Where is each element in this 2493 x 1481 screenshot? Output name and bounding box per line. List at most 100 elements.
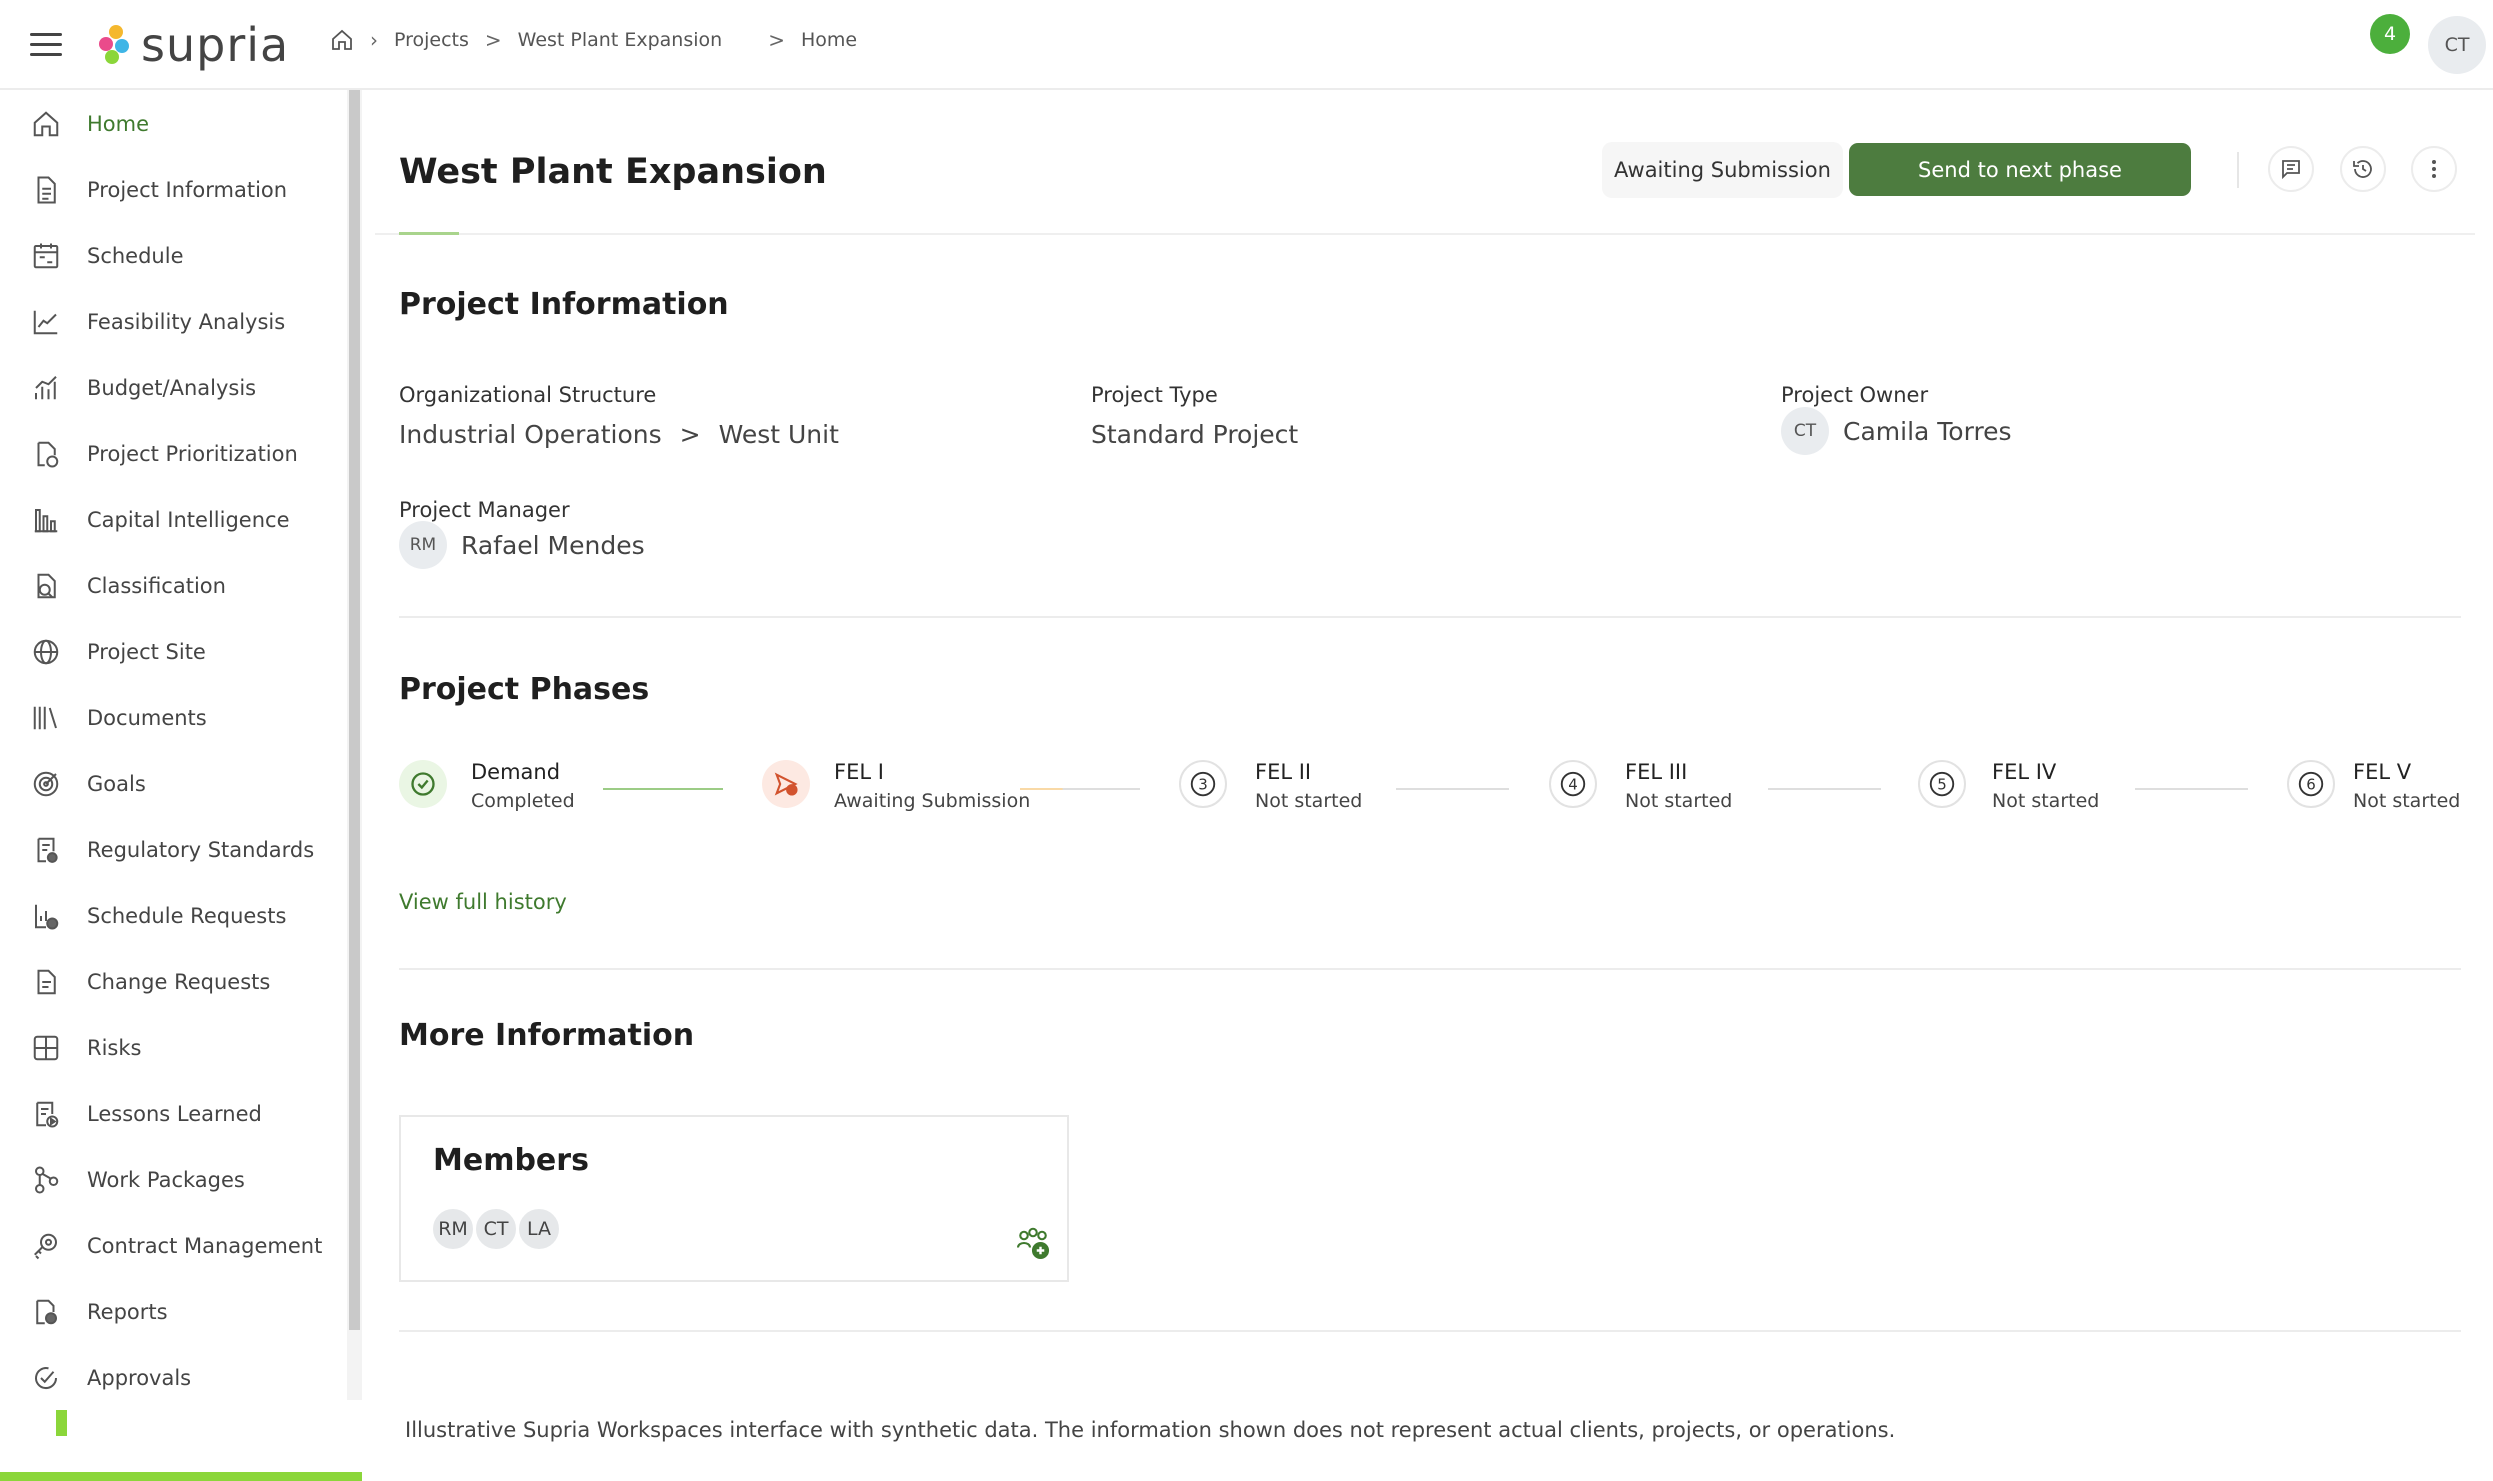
phase-status: Awaiting Submission [834,790,1031,812]
sidebar-item-contract-management[interactable]: Contract Management [0,1216,345,1276]
more-options-icon[interactable] [2411,146,2457,192]
breadcrumb: › Projects > West Plant Expansion > Home [330,28,857,52]
sidebar-item-goals[interactable]: Goals [0,754,345,814]
avatar[interactable]: LA [517,1207,561,1251]
change-request-icon [30,966,62,998]
sidebar-item-label: Home [87,112,150,136]
top-bar: supria › Projects > West Plant Expansion… [0,0,2493,90]
project-type-label: Project Type [1091,383,1218,407]
avatar: RM [399,521,447,569]
section-divider [399,616,2461,618]
sidebar-item-classification[interactable]: Classification [0,556,345,616]
phase-status: Not started [1992,790,2100,812]
phase-step[interactable]: FEL I Awaiting Submission [762,760,1030,812]
step-6-icon: 6 [2287,760,2335,808]
svg-text:4: 4 [1568,776,1578,794]
phase-name: FEL II [1255,760,1312,784]
avatar[interactable]: CT [474,1207,518,1251]
sidebar-item-label: Capital Intelligence [87,508,290,532]
phase-step[interactable]: 5 FEL IV Not started [1918,760,2099,812]
sidebar-item-reports[interactable]: Reports [0,1282,345,1342]
menu-icon[interactable] [30,33,62,57]
breadcrumb-separator: > [768,28,785,52]
sidebar-item-regulatory-standards[interactable]: Regulatory Standards [0,820,345,880]
sidebar-item-feasibility-analysis[interactable]: Feasibility Analysis [0,292,345,352]
sidebar-item-project-prioritization[interactable]: Project Prioritization [0,424,345,484]
sidebar-item-schedule-requests[interactable]: Schedule Requests [0,886,345,946]
phase-status: Not started [2353,790,2461,812]
project-manager-label: Project Manager [399,498,570,522]
org-structure-label: Organizational Structure [399,383,657,407]
avatar[interactable]: RM [431,1207,475,1251]
sidebar-item-project-information[interactable]: Project Information [0,160,345,220]
phase-connector [1396,788,1509,790]
step-5-icon: 5 [1918,760,1966,808]
calendar-icon [30,240,62,272]
line-chart-icon [30,306,62,338]
phase-status: Not started [1625,790,1733,812]
send-clock-icon [762,760,810,808]
sidebar-item-approvals[interactable]: Approvals [0,1348,345,1408]
sidebar-item-label: Contract Management [87,1234,323,1258]
work-package-icon [30,1164,62,1196]
sidebar-item-label: Classification [87,574,226,598]
bar-chart-icon [30,372,62,404]
breadcrumb-projects[interactable]: Projects [394,29,469,51]
phase-step[interactable]: 4 FEL III Not started [1549,760,1732,812]
logo-mark-icon [97,23,135,67]
sidebar-item-change-requests[interactable]: Change Requests [0,952,345,1012]
step-4-icon: 4 [1549,760,1597,808]
sidebar-item-home[interactable]: Home [0,94,345,154]
phase-status: Not started [1255,790,1363,812]
section-divider [399,968,2461,970]
sidebar-item-label: Feasibility Analysis [87,310,286,334]
globe-icon [30,636,62,668]
sidebar-item-risks[interactable]: Risks [0,1018,345,1078]
view-full-history-link[interactable]: View full history [399,890,567,914]
library-icon [30,702,62,734]
project-type-value: Standard Project [1091,420,1299,449]
add-members-icon[interactable] [1015,1225,1051,1261]
phase-step[interactable]: Demand Completed [399,760,575,812]
sidebar-item-budget-analysis[interactable]: Budget/Analysis [0,358,345,418]
sidebar-item-label: Risks [87,1036,142,1060]
breadcrumb-project[interactable]: West Plant Expansion [518,29,723,51]
breadcrumb-chevron-icon: › [370,28,378,52]
comments-icon[interactable] [2268,146,2314,192]
sidebar-item-lessons-learned[interactable]: Lessons Learned [0,1084,345,1144]
sidebar-item-label: Schedule Requests [87,904,287,928]
document-icon [30,174,62,206]
columns-icon [30,504,62,536]
sidebar-scrollbar-thumb[interactable] [349,90,360,1330]
user-avatar[interactable]: CT [2428,16,2486,74]
sidebar-item-label: Change Requests [87,970,271,994]
sidebar-item-documents[interactable]: Documents [0,688,345,748]
sidebar-item-label: Project Information [87,178,288,202]
lessons-icon [30,1098,62,1130]
phase-step[interactable]: 3 FEL II Not started [1179,760,1362,812]
header-divider [2237,152,2239,188]
sidebar-item-work-packages[interactable]: Work Packages [0,1150,345,1210]
more-information-title: More Information [399,1018,695,1053]
history-icon[interactable] [2340,146,2386,192]
sidebar-item-label: Schedule [87,244,184,268]
phase-name: FEL IV [1992,760,2057,784]
phase-connector [2135,788,2248,790]
send-to-next-phase-button[interactable]: Send to next phase [1849,143,2191,196]
app-logo[interactable]: supria [97,18,289,72]
phase-step[interactable]: 6 FEL V Not started [2287,760,2460,812]
check-circle-icon [399,760,447,808]
sidebar-item-label: Reports [87,1300,168,1324]
phase-name: FEL I [834,760,884,784]
phase-name: FEL V [2353,760,2412,784]
org-unit-parent: Industrial Operations [399,420,662,449]
breadcrumb-home-icon[interactable] [330,28,354,52]
notification-badge[interactable]: 4 [2370,14,2410,54]
classification-icon [30,570,62,602]
sidebar-item-capital-intelligence[interactable]: Capital Intelligence [0,490,345,550]
sidebar-item-project-site[interactable]: Project Site [0,622,345,682]
page-title: West Plant Expansion [399,152,827,192]
project-owner-name: Camila Torres [1843,416,2012,446]
sidebar-item-label: Project Site [87,640,206,664]
sidebar-item-schedule[interactable]: Schedule [0,226,345,286]
